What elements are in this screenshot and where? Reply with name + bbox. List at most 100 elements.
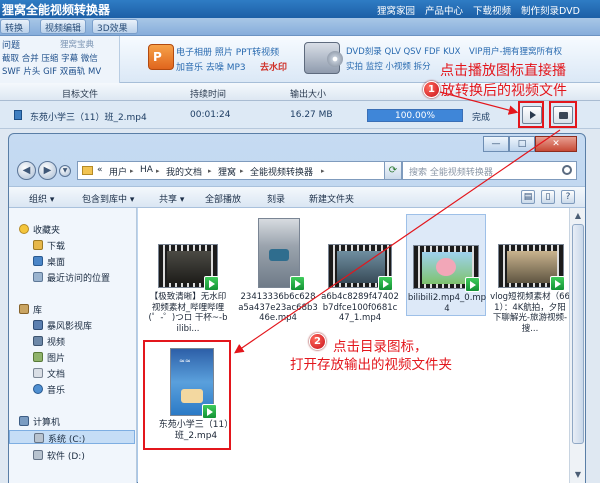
music-folder-icon [33,384,43,394]
col-duration[interactable]: 持续时间 [190,87,226,100]
computer-icon [19,416,29,426]
nav-drive-d[interactable]: 软件 (D:) [9,448,135,462]
crumb-users[interactable]: 用户 [109,165,127,178]
file-tile[interactable]: 23413336b6c628a5a437e23ac68b346e.mp4 [238,218,318,336]
window-controls: — □ ✕ [483,136,577,152]
nav-pictures[interactable]: 图片 [9,350,135,364]
nav-music[interactable]: 音乐 [9,382,135,396]
share-button[interactable]: 共享 ▾ [159,192,184,205]
video-badge-icon [378,276,393,291]
desktop-icon [33,256,43,266]
back-arrow-icon[interactable]: ◀ [17,161,36,180]
nav-downloads[interactable]: 下载 [9,238,135,252]
maximize-icon[interactable]: □ [509,136,535,152]
organize-button[interactable]: 组织 ▾ [29,192,54,205]
nav-videos[interactable]: 视频 [9,334,135,348]
scroll-down-icon[interactable]: ▼ [573,470,583,480]
video-badge-icon [204,276,219,291]
highlight-folder-button [549,101,577,128]
file-icon [14,110,22,120]
view-options-icon[interactable]: ▤ [521,190,535,204]
col-size[interactable]: 输出大小 [290,87,326,100]
row-progress-label: 100.00% [394,111,436,121]
nav-computer[interactable]: 计算机 [9,414,135,428]
burn-button[interactable]: 刻录 [267,192,285,205]
address-bar[interactable]: « 用户 ▸ HA ▸ 我的文档 ▸ 狸窝 ▸ 全能视频转换器 ▸ [77,161,392,180]
crumb-ha[interactable]: HA [140,165,153,175]
address-folder-icon [82,166,93,175]
download-folder-icon [33,240,43,250]
crumb-sep: ▸ [321,167,325,175]
file-name: 【极致清晰】无水印视频素材_哔哩哔哩 (゜-゜)つロ 干杯~-bilibi... [148,292,228,334]
new-folder-button[interactable]: 新建文件夹 [309,192,354,205]
vertical-scrollbar[interactable]: ▲ ▼ [569,208,585,483]
play-all-button[interactable]: 全部播放 [205,192,241,205]
dvd-icon[interactable] [304,42,343,74]
explorer-window: — □ ✕ ◀ ▶ ▼ « 用户 ▸ HA ▸ 我的文档 ▸ 狸窝 ▸ 全能视频… [8,133,586,483]
promo1-remove-watermark[interactable]: 去水印 [260,60,287,73]
crumb-sep: ▸ [156,167,160,175]
document-folder-icon [33,368,43,378]
nav-documents[interactable]: 文档 [9,366,135,380]
forward-arrow-icon[interactable]: ▶ [38,161,57,180]
promo2-line2[interactable]: 实拍 监控 小视频 拆分 [346,60,431,72]
step-1-text-line1: 点击播放图标直接播 [440,63,566,79]
help-icon[interactable]: ? [561,190,575,204]
banner-left-title[interactable]: 问题 [2,38,20,51]
crumb-my-documents[interactable]: 我的文档 [166,165,202,178]
top-link-dvd[interactable]: 制作刻录DVD [521,3,580,17]
top-link-products[interactable]: 产品中心 [425,3,463,17]
nav-drive-c[interactable]: 系统 (C:) [9,430,135,445]
search-input[interactable]: 搜索 全能视频转换器 [402,161,577,180]
video-badge-icon [465,277,480,292]
banner-left-line2[interactable]: SWF 片头 GIF 双画轨 MV [2,65,101,77]
ppt-icon[interactable]: P [148,44,174,70]
row-progress-bar: 100.00% [367,109,463,122]
file-name: bilibili2.mp4_0.mp4 [407,293,487,314]
include-in-library-button[interactable]: 包含到库中 ▾ [82,192,134,205]
explorer-nav-row: ◀ ▶ ▼ « 用户 ▸ HA ▸ 我的文档 ▸ 狸窝 ▸ 全能视频转换器 ▸ … [9,156,585,184]
nav-desktop[interactable]: 桌面 [9,254,135,268]
nav-recent[interactable]: 最近访问的位置 [9,270,135,284]
vip-link[interactable]: VIP用户-拥有狸窝所有权 [469,45,562,57]
nav-library[interactable]: 库 [9,302,135,316]
crumb-liwo[interactable]: 狸窝 [218,165,236,178]
close-icon[interactable]: ✕ [535,136,577,152]
recent-icon [33,272,43,282]
step-2-text-line2: 打开存放输出的视频文件夹 [290,357,452,373]
col-target[interactable]: 目标文件 [62,87,98,100]
search-icon[interactable] [562,165,572,175]
drive-icon [33,450,43,460]
explorer-toolbar: 组织 ▾ 包含到库中 ▾ 共享 ▾ 全部播放 刻录 新建文件夹 ▤ ▯ ? [9,186,585,208]
top-link-home[interactable]: 狸窝家园 [377,3,415,17]
tab-convert[interactable]: 转换 [0,19,30,34]
step-1-text-line2: 放转换后的视频文件 [441,83,567,99]
top-link-download-video[interactable]: 下载视频 [473,3,511,17]
promo1-line1[interactable]: 电子相册 照片 PPT转视频 [176,45,279,58]
tab-3d[interactable]: 3D效果 [92,19,138,34]
refresh-icon[interactable]: ⟳ [384,161,402,180]
minimize-icon[interactable]: — [483,136,509,152]
crumb-converter[interactable]: 全能视频转换器 [250,165,313,178]
video-badge-icon [550,276,565,291]
promo1-line2[interactable]: 加音乐 去噪 MP3 [176,60,246,73]
history-dropdown-icon[interactable]: ▼ [59,165,71,177]
scroll-up-icon[interactable]: ▲ [573,211,583,221]
preview-pane-icon[interactable]: ▯ [541,190,555,204]
file-name: 23413336b6c628a5a437e23ac68b346e.mp4 [238,292,318,323]
file-name: vlog短视频素材（661）：4K航拍，夕阳下聊解光-旅游视频-搜... [490,292,570,334]
nav-storm-library[interactable]: 暴风影视库 [9,318,135,332]
banner-left-brand[interactable]: 狸窝宝典 [60,38,94,50]
drive-icon [34,433,44,443]
crumb-sep: ▸ [240,167,244,175]
nav-favorites[interactable]: 收藏夹 [9,222,135,236]
promo2-line1[interactable]: DVD刻录 QLV QSV FDF KUX [346,45,461,57]
step-2-text-line1: 点击目录图标， [333,339,428,355]
file-tile[interactable]: bilibili2.mp4_0.mp4 [406,214,486,316]
file-tile[interactable]: vlog短视频素材（661）：4K航拍，夕阳下聊解光-旅游视频-搜... [490,244,570,362]
toolbar-view-icons: ▤ ▯ ? [521,190,575,204]
banner-left-line1[interactable]: 截取 合并 压缩 字幕 微信 [2,52,98,64]
file-row[interactable]: 东苑小学三（11）班_2.mp4 00:01:24 16.27 MB 100.0… [0,101,600,129]
tab-video-edit[interactable]: 视频编辑 [40,19,86,34]
scrollbar-thumb[interactable] [572,224,584,444]
